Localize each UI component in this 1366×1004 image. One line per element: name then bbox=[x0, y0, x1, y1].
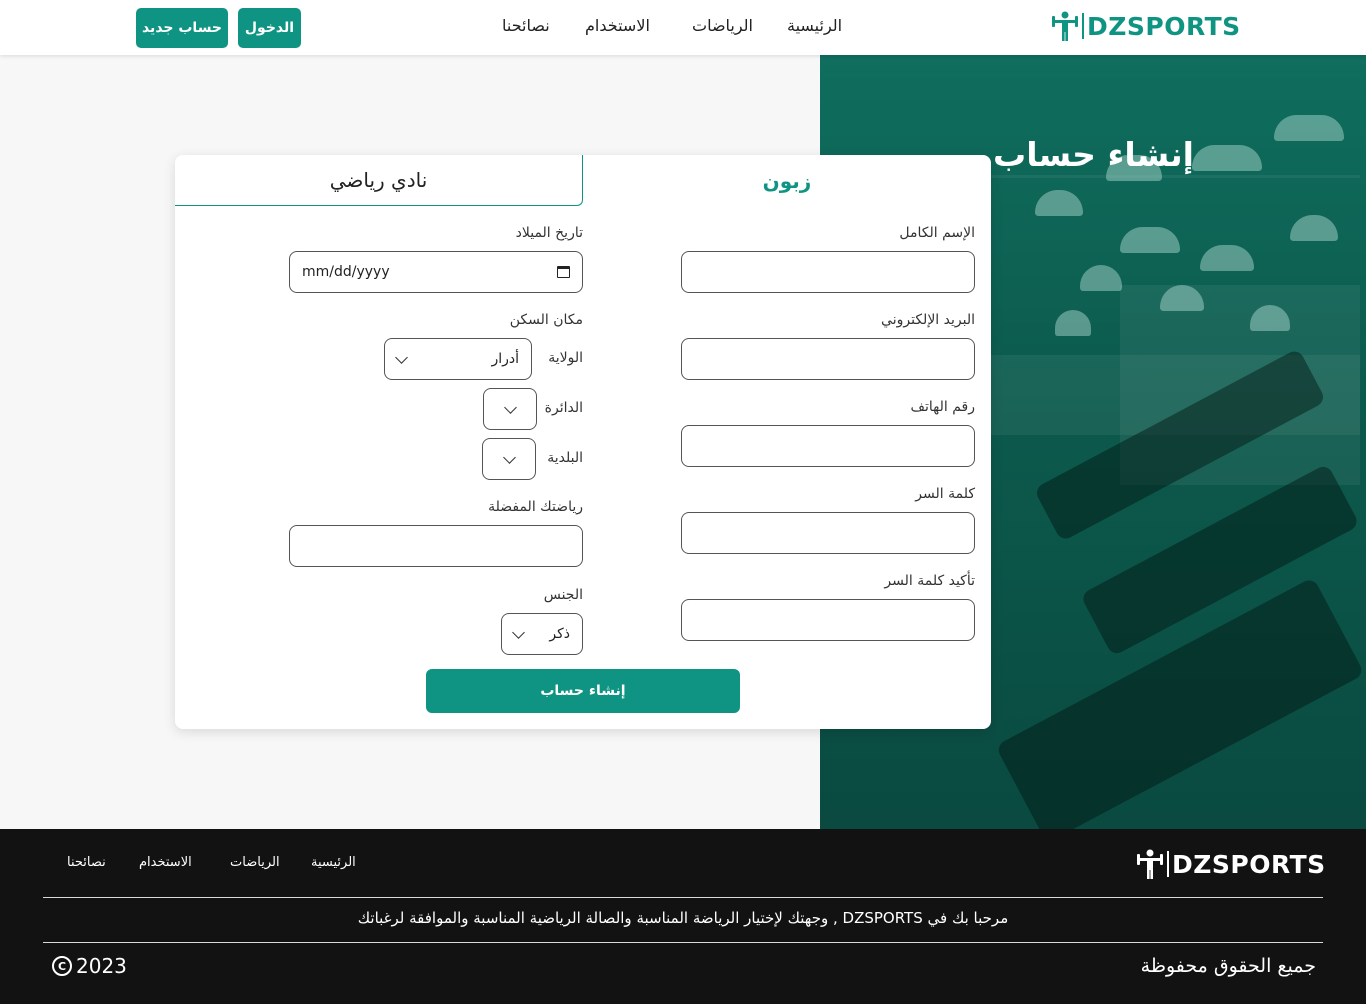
nav-usage[interactable]: الاستخدام bbox=[585, 16, 650, 35]
footer-nav-usage[interactable]: الاستخدام bbox=[139, 855, 192, 870]
athlete-icon bbox=[1137, 849, 1163, 879]
copyright-year: 2023 bbox=[76, 954, 127, 978]
brand-name: DZSPORTS bbox=[1087, 11, 1241, 41]
wilaya-label: الولاية bbox=[548, 350, 583, 366]
chevron-down-icon bbox=[395, 350, 408, 364]
gender-select[interactable]: ذكر bbox=[501, 613, 583, 655]
calendar-icon[interactable] bbox=[557, 266, 570, 278]
phone-input[interactable] bbox=[681, 425, 975, 467]
birthdate-input[interactable]: mm/dd/yyyy bbox=[289, 251, 583, 293]
tab-client[interactable]: زبون bbox=[583, 155, 991, 206]
brand-logo[interactable]: DZSPORTS bbox=[1052, 11, 1241, 41]
footer-nav-sports[interactable]: الرياضات bbox=[230, 855, 280, 870]
login-button[interactable]: الدخول bbox=[238, 8, 301, 48]
residence-label: مكان السكن bbox=[509, 312, 583, 328]
full-name-label: الإسم الكامل bbox=[899, 225, 975, 241]
nav-usage-label[interactable]: الاستخدام bbox=[585, 16, 650, 35]
birthdate-label: تاريخ الميلاد bbox=[515, 225, 583, 241]
email-label: البريد الإلكتروني bbox=[881, 312, 975, 328]
footer-divider bbox=[43, 897, 1323, 898]
password-input[interactable] bbox=[681, 512, 975, 554]
logo-divider bbox=[1167, 851, 1169, 877]
page-footer: DZSPORTS الرئيسية الرياضات الاستخدام نصا… bbox=[0, 829, 1366, 1004]
confirm-password-input[interactable] bbox=[681, 599, 975, 641]
commune-select[interactable] bbox=[482, 438, 536, 480]
phone-label: رقم الهاتف bbox=[910, 399, 975, 415]
daira-select[interactable] bbox=[483, 388, 537, 430]
favorite-sport-label: رياضتك المفضلة bbox=[488, 499, 583, 515]
page-title: إنشاء حساب bbox=[993, 135, 1194, 174]
chevron-down-icon bbox=[503, 400, 517, 414]
top-header: DZSPORTS الرئيسية الرياضات الاستخدام نصا… bbox=[0, 0, 1366, 55]
wilaya-value: أدرار bbox=[491, 351, 519, 367]
logo-divider bbox=[1082, 13, 1084, 39]
email-input[interactable] bbox=[681, 338, 975, 380]
tab-sports-club[interactable]: نادي رياضي bbox=[175, 155, 583, 206]
signup-form-card: زبون نادي رياضي الإسم الكامل البريد الإل… bbox=[175, 155, 991, 729]
create-account-button[interactable]: إنشاء حساب bbox=[426, 669, 740, 713]
footer-copyright: C 2023 bbox=[52, 954, 127, 978]
copyright-icon: C bbox=[52, 956, 72, 976]
athlete-icon bbox=[1052, 11, 1078, 41]
favorite-sport-input[interactable] bbox=[289, 525, 583, 567]
daira-label: الدائرة bbox=[544, 400, 583, 416]
signup-button[interactable]: حساب جديد bbox=[136, 8, 228, 48]
footer-brand-logo[interactable]: DZSPORTS bbox=[1137, 849, 1326, 879]
wilaya-select[interactable]: أدرار bbox=[384, 338, 532, 380]
footer-nav-tips[interactable]: نصائحنا bbox=[67, 855, 106, 870]
footer-brand-name: DZSPORTS bbox=[1172, 849, 1326, 879]
nav-home-label[interactable]: الرئيسية bbox=[787, 16, 842, 35]
birthdate-placeholder: mm/dd/yyyy bbox=[302, 264, 390, 280]
chevron-down-icon bbox=[502, 450, 516, 464]
chevron-down-icon bbox=[512, 625, 525, 639]
confirm-password-label: تأكيد كلمة السر bbox=[884, 573, 975, 589]
nav-tips[interactable]: نصائحنا bbox=[502, 16, 550, 35]
footer-rights: جميع الحقوق محفوظة bbox=[1140, 955, 1316, 977]
password-label: كلمة السر bbox=[915, 486, 975, 502]
footer-welcome-message: مرحبا بك في DZSPORTS , وجهتك لإختيار الر… bbox=[357, 909, 1009, 927]
nav-tips-label[interactable]: نصائحنا bbox=[502, 16, 550, 35]
gender-value: ذكر bbox=[549, 626, 570, 642]
full-name-input[interactable] bbox=[681, 251, 975, 293]
footer-nav-home[interactable]: الرئيسية bbox=[311, 855, 356, 870]
footer-divider bbox=[43, 942, 1323, 943]
nav-sports-label[interactable]: الرياضات bbox=[692, 16, 753, 35]
gender-label: الجنس bbox=[543, 587, 583, 603]
nav-sports[interactable]: الرياضات bbox=[692, 16, 753, 35]
commune-label: البلدية bbox=[547, 450, 583, 466]
nav-home[interactable]: الرئيسية bbox=[787, 16, 842, 35]
